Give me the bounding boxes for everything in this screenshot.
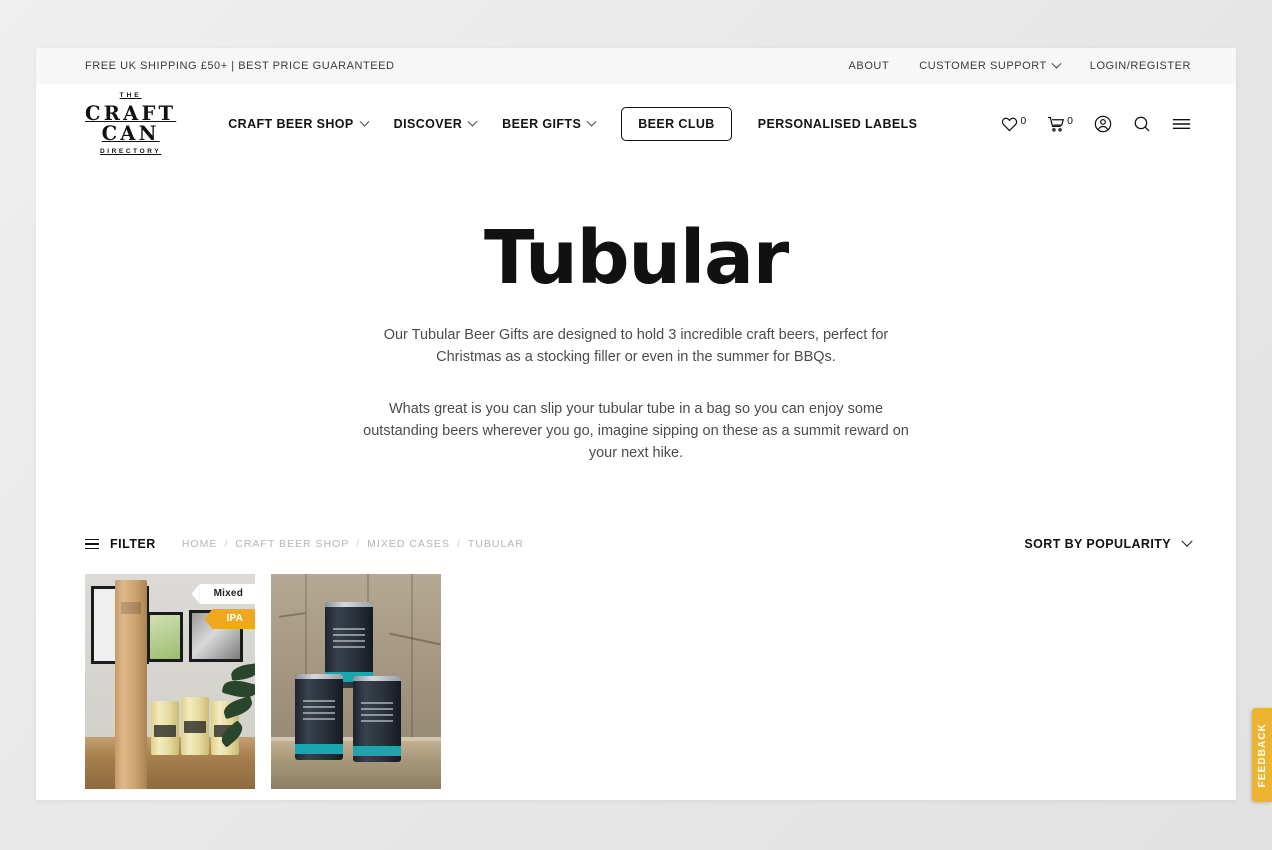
nav-item-beer-club[interactable]: BEER CLUB (621, 107, 732, 141)
utility-nav: ABOUT CUSTOMER SUPPORT LOGIN/REGISTER (849, 58, 1191, 72)
product-card[interactable]: Mixed IPA Fathers day Tubular (85, 573, 255, 800)
product-badge-group: Mixed IPA (199, 583, 255, 629)
breadcrumb-item-mixed-cases[interactable]: MIXED CASES (367, 538, 450, 550)
hamburger-menu-icon (1172, 116, 1191, 132)
breadcrumb-item-tubular[interactable]: TUBULAR (468, 538, 524, 550)
breadcrumb-separator: / (456, 537, 461, 550)
product-grid: Mixed IPA Fathers day Tubular (36, 564, 1236, 800)
logo-line-directory: DIRECTORY (99, 147, 162, 155)
product-image[interactable] (271, 573, 441, 789)
browser-viewport: FREE UK SHIPPING £50+ | BEST PRICE GUARA… (36, 48, 1236, 800)
page-title: Tubular (483, 215, 789, 301)
promo-text: FREE UK SHIPPING £50+ | BEST PRICE GUARA… (85, 60, 395, 72)
hero-section: Tubular Our Tubular Beer Gifts are desig… (36, 164, 1236, 464)
search-icon (1133, 115, 1151, 133)
product-image[interactable]: Mixed IPA (85, 573, 255, 789)
wishlist-button[interactable]: 0 (1001, 115, 1027, 132)
account-button[interactable] (1094, 115, 1112, 133)
site-header: THE CRAFT CAN DIRECTORY CRAFT BEER SHOP … (36, 84, 1236, 164)
logo-line-the: THE (119, 92, 142, 99)
product-photo-eighty-twenty-cold-brew-coffee (271, 573, 441, 789)
header-icon-group: 0 0 (1001, 115, 1191, 133)
chevron-down-icon (586, 116, 597, 127)
breadcrumb-item-home[interactable]: HOME (182, 538, 218, 550)
nav-item-personalised-labels[interactable]: PERSONALISED LABELS (758, 117, 918, 131)
search-button[interactable] (1133, 115, 1151, 133)
utility-link-login-register[interactable]: LOGIN/REGISTER (1090, 60, 1191, 72)
breadcrumb-item-craft-beer-shop[interactable]: CRAFT BEER SHOP (235, 538, 349, 550)
nav-item-personalised-labels-label: PERSONALISED LABELS (757, 117, 918, 131)
filter-icon (85, 538, 99, 549)
filter-button-label: FILTER (110, 536, 156, 551)
heart-icon (1001, 116, 1018, 132)
nav-item-craft-beer-shop[interactable]: CRAFT BEER SHOP (228, 116, 370, 131)
nav-item-craft-beer-shop-label: CRAFT BEER SHOP (228, 117, 354, 131)
chevron-down-icon (467, 116, 478, 127)
utility-link-about-label: ABOUT (848, 60, 890, 72)
primary-navigation: CRAFT BEER SHOP DISCOVER BEER GIFTS BEER… (228, 107, 917, 141)
breadcrumb-separator: / (356, 537, 361, 550)
cart-icon (1047, 116, 1065, 132)
shop-toolbar: FILTER HOME / CRAFT BEER SHOP / MIXED CA… (36, 524, 1236, 564)
announcement-bar: FREE UK SHIPPING £50+ | BEST PRICE GUARA… (36, 48, 1236, 84)
hero-paragraph-2: Whats great is you can slip your tubular… (363, 400, 909, 461)
nav-item-discover[interactable]: DISCOVER (393, 116, 478, 131)
hero-paragraph-1: Our Tubular Beer Gifts are designed to h… (383, 326, 889, 365)
cart-button[interactable]: 0 (1047, 115, 1073, 132)
utility-link-customer-support-label: CUSTOMER SUPPORT (919, 60, 1047, 72)
filter-button[interactable]: FILTER (85, 537, 156, 551)
logo-line-can: CAN (101, 122, 160, 145)
logo-line-craft: CRAFT (85, 101, 177, 125)
utility-link-login-register-label: LOGIN/REGISTER (1089, 60, 1191, 72)
user-circle-icon (1094, 115, 1112, 133)
product-card[interactable]: Eighty:20 – Cold Brew Coffee (271, 573, 441, 800)
menu-button[interactable] (1172, 116, 1191, 132)
chevron-down-icon (359, 116, 370, 127)
breadcrumb-separator: / (224, 537, 229, 550)
sort-dropdown[interactable]: SORT BY POPULARITY (1024, 535, 1193, 551)
utility-link-about[interactable]: ABOUT (849, 60, 890, 72)
feedback-tab[interactable]: FEEDBACK (1252, 708, 1272, 802)
breadcrumb: HOME / CRAFT BEER SHOP / MIXED CASES / T… (182, 538, 524, 550)
sort-dropdown-label: SORT BY POPULARITY (1024, 536, 1171, 551)
nav-item-beer-club-label: BEER CLUB (638, 117, 715, 131)
nav-item-discover-label: DISCOVER (393, 117, 463, 131)
chevron-down-icon (1051, 58, 1062, 69)
site-logo[interactable]: THE CRAFT CAN DIRECTORY (85, 92, 177, 155)
product-badge-mixed: Mixed (199, 583, 255, 604)
nav-item-beer-gifts[interactable]: BEER GIFTS (502, 116, 597, 131)
chevron-down-icon (1181, 535, 1193, 547)
product-badge-ipa: IPA (212, 608, 255, 629)
cart-count: 0 (1067, 115, 1073, 127)
utility-link-customer-support[interactable]: CUSTOMER SUPPORT (919, 58, 1062, 72)
nav-item-beer-gifts-label: BEER GIFTS (502, 117, 582, 131)
wishlist-count: 0 (1020, 115, 1027, 127)
feedback-tab-label: FEEDBACK (1256, 722, 1268, 788)
